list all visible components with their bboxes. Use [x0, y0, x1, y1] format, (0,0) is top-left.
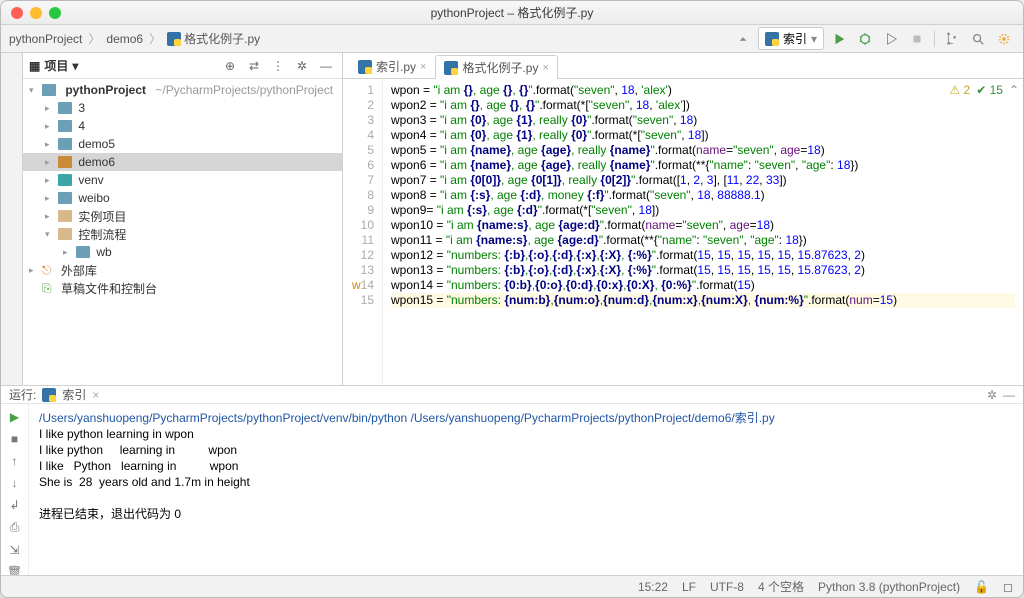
left-tool-strip [1, 53, 23, 385]
breadcrumb-root[interactable]: pythonProject [9, 32, 82, 46]
tree-folder-控制流程[interactable]: ▾ 控制流程 [23, 225, 342, 243]
tree-folder-4[interactable]: ▸ 4 [23, 117, 342, 135]
ide-window: pythonProject – 格式化例子.py pythonProject 〉… [0, 0, 1024, 598]
navigation-bar: pythonProject 〉 demo6 〉 格式化例子.py 索引▾ [1, 25, 1023, 53]
python-file-icon [444, 61, 458, 75]
git-branch-button[interactable] [941, 28, 963, 50]
python-file-icon [167, 32, 181, 46]
settings-gear-icon[interactable]: ✲ [292, 59, 312, 73]
debug-button[interactable] [854, 28, 876, 50]
folder-icon [58, 192, 72, 204]
title-bar: pythonProject – 格式化例子.py [1, 1, 1023, 25]
expand-all-button[interactable]: ⇄ [244, 59, 264, 73]
stop-run-button[interactable]: ■ [11, 432, 18, 446]
folder-icon [58, 102, 72, 114]
run-with-coverage-button[interactable] [880, 28, 902, 50]
lock-icon[interactable]: 🔓 [974, 580, 989, 594]
up-stack-button[interactable]: ↑ [12, 454, 18, 468]
code-lines[interactable]: wpon = "i am {}, age {}, {}".format("sev… [383, 79, 1023, 385]
add-config-button[interactable] [732, 28, 754, 50]
select-opened-file-button[interactable]: ⊕ [220, 59, 240, 73]
python-file-icon [42, 388, 56, 402]
tree-folder-demo5[interactable]: ▸ demo5 [23, 135, 342, 153]
notifications-icon[interactable]: ◻ [1003, 580, 1013, 594]
run-label: 运行: [9, 386, 36, 403]
tree-folder-3[interactable]: ▸ 3 [23, 99, 342, 117]
close-tab-icon[interactable]: × [420, 61, 426, 73]
folder-icon [58, 210, 72, 222]
project-view-selector[interactable]: ▦ 项目 ▾ [29, 57, 78, 74]
project-tree[interactable]: ▾ pythonProject ~/PycharmProjects/python… [23, 79, 342, 385]
hide-button[interactable]: — [316, 59, 336, 73]
breadcrumb-folder[interactable]: demo6 [106, 32, 143, 46]
python-interpreter[interactable]: Python 3.8 (pythonProject) [818, 580, 960, 594]
run-toolbar: ▶ ■ ↑ ↓ ↲ ⎙ ⇲ 🗑 [1, 404, 29, 579]
line-separator[interactable]: LF [682, 580, 696, 594]
editor-area: 索引.py× 格式化例子.py× 12345678910111213w1415 … [343, 53, 1023, 385]
inspection-widget[interactable]: ⚠ 2✔ 15⌃ [949, 83, 1019, 98]
run-config-name: 索引 [62, 386, 86, 403]
rerun-button[interactable]: ▶ [10, 410, 19, 424]
project-header: ▦ 项目 ▾ ⊕ ⇄ ⋮ ✲ — [23, 53, 342, 79]
folder-icon [58, 120, 72, 132]
stop-button[interactable] [906, 28, 928, 50]
tree-scratches[interactable]: ⎘ 草稿文件和控制台 [23, 279, 342, 297]
window-title: pythonProject – 格式化例子.py [1, 4, 1023, 21]
main-area: ▦ 项目 ▾ ⊕ ⇄ ⋮ ✲ — ▾ pythonProject ~/Pycha… [1, 53, 1023, 385]
tree-external-libs[interactable]: ▸⎋ 外部库 [23, 261, 342, 279]
print-button[interactable]: ⎙ [10, 520, 20, 535]
line-gutter: 12345678910111213w1415 [343, 79, 383, 385]
folder-icon [58, 174, 72, 186]
editor-tab-1[interactable]: 格式化例子.py× [435, 55, 557, 79]
run-settings-icon[interactable]: ✲ [987, 388, 997, 402]
folder-icon [58, 156, 72, 168]
settings-button[interactable] [993, 28, 1015, 50]
soft-wrap-button[interactable]: ↲ [9, 498, 19, 512]
hide-run-button[interactable]: — [1003, 388, 1015, 402]
tree-folder-实例项目[interactable]: ▸ 实例项目 [23, 207, 342, 225]
breadcrumb-file[interactable]: 格式化例子.py [167, 30, 260, 47]
editor-tabs: 索引.py× 格式化例子.py× [343, 53, 1023, 79]
code-editor[interactable]: 12345678910111213w1415 wpon = "i am {}, … [343, 79, 1023, 385]
close-tab-icon[interactable]: × [542, 62, 548, 74]
folder-icon [42, 84, 56, 96]
editor-tab-0[interactable]: 索引.py× [349, 54, 435, 78]
tree-folder-weibo[interactable]: ▸ weibo [23, 189, 342, 207]
tree-root[interactable]: ▾ pythonProject ~/PycharmProjects/python… [23, 81, 342, 99]
python-file-icon [765, 32, 779, 46]
console-output[interactable]: /Users/yanshuopeng/PycharmProjects/pytho… [29, 404, 1023, 579]
project-tool-window: ▦ 项目 ▾ ⊕ ⇄ ⋮ ✲ — ▾ pythonProject ~/Pycha… [23, 53, 343, 385]
tree-folder-wb[interactable]: ▸ wb [23, 243, 342, 261]
run-button[interactable] [828, 28, 850, 50]
run-tool-window: 运行: 索引 × ✲ — ▶ ■ ↑ ↓ ↲ ⎙ ⇲ 🗑 /Users/yans… [1, 385, 1023, 575]
status-bar: 15:22 LF UTF-8 4 个空格 Python 3.8 (pythonP… [1, 575, 1023, 597]
cursor-position[interactable]: 15:22 [638, 580, 668, 594]
tree-folder-demo6[interactable]: ▸ demo6 [23, 153, 342, 171]
collapse-all-button[interactable]: ⋮ [268, 59, 288, 73]
run-header: 运行: 索引 × ✲ — [1, 386, 1023, 404]
pin-button[interactable]: ⇲ [9, 543, 19, 557]
folder-icon [58, 138, 72, 150]
run-config-selector[interactable]: 索引▾ [758, 27, 824, 50]
python-file-icon [358, 60, 372, 74]
search-everywhere-button[interactable] [967, 28, 989, 50]
tree-folder-venv[interactable]: ▸ venv [23, 171, 342, 189]
indent-settings[interactable]: 4 个空格 [758, 578, 804, 595]
folder-icon [58, 228, 72, 240]
down-stack-button[interactable]: ↓ [12, 476, 18, 490]
folder-icon [76, 246, 90, 258]
file-encoding[interactable]: UTF-8 [710, 580, 744, 594]
